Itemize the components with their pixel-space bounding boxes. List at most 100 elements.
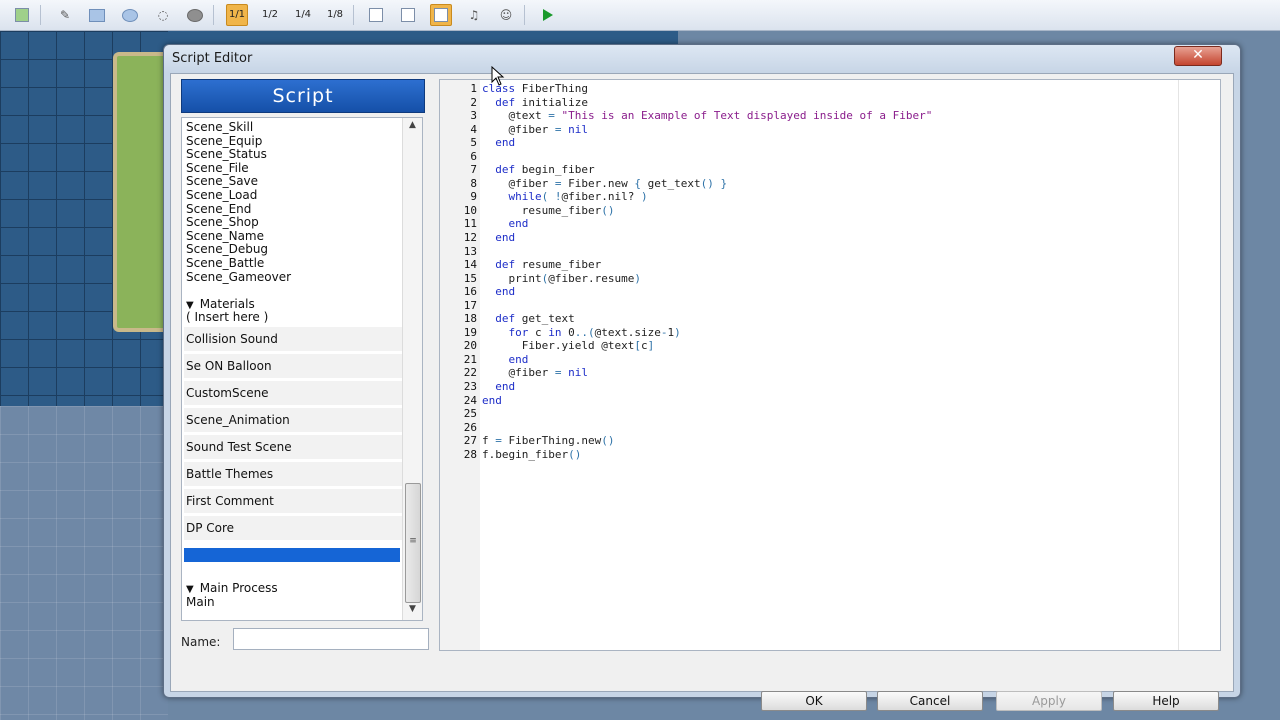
code-line[interactable]: 13 bbox=[440, 245, 1180, 259]
ok-button[interactable]: OK bbox=[761, 691, 867, 711]
code-line[interactable]: 4 @fiber = nil bbox=[440, 123, 1180, 137]
code-text: end bbox=[495, 231, 516, 245]
resource-manager-icon[interactable] bbox=[398, 5, 418, 25]
script-item-se-on-balloon[interactable]: Se ON Balloon bbox=[184, 354, 402, 378]
script-editor-icon[interactable] bbox=[430, 4, 452, 26]
script-list-scrollbar[interactable]: ▲ ≡ ▼ bbox=[402, 118, 422, 620]
zoom-1-4-icon[interactable]: 1/4 bbox=[293, 5, 313, 25]
help-button[interactable]: Help bbox=[1113, 691, 1219, 711]
code-lines[interactable]: 1 class FiberThing 2 def initialize 3 @text… bbox=[440, 82, 1180, 461]
code-line[interactable]: 12 end bbox=[440, 231, 1180, 245]
script-item-scene-battle[interactable]: Scene_Battle bbox=[186, 257, 400, 270]
script-item-scene-gameover[interactable]: Scene_Gameover bbox=[186, 270, 400, 284]
script-item-battle-themes[interactable]: Battle Themes bbox=[184, 462, 402, 486]
code-line[interactable]: 27 f = FiberThing.new() bbox=[440, 434, 1180, 448]
code-line[interactable]: 23 end bbox=[440, 380, 1180, 394]
playtest-icon[interactable] bbox=[538, 5, 558, 25]
shadow-pen-icon[interactable] bbox=[185, 5, 205, 25]
script-item-customscene[interactable]: CustomScene bbox=[184, 381, 402, 405]
map-empty-area[interactable] bbox=[0, 406, 168, 720]
sound-test-icon[interactable]: ♫ bbox=[464, 5, 484, 25]
code-text: @fiber = nil bbox=[482, 366, 588, 380]
script-item-main[interactable]: Main bbox=[186, 595, 400, 609]
cancel-button[interactable]: Cancel bbox=[877, 691, 983, 711]
code-line[interactable]: 20 Fiber.yield @text[c] bbox=[440, 339, 1180, 353]
flood-fill-icon[interactable]: ◌ bbox=[153, 5, 173, 25]
pencil-icon[interactable]: ✎ bbox=[55, 5, 75, 25]
code-line[interactable]: 24 end bbox=[440, 394, 1180, 408]
script-item-scene-file[interactable]: Scene_File bbox=[186, 161, 400, 175]
script-item-scene-load[interactable]: Scene_Load bbox=[186, 189, 400, 202]
code-line[interactable]: 25 bbox=[440, 407, 1180, 421]
category-main-process-label: Main Process bbox=[199, 581, 278, 595]
code-line[interactable]: 6 bbox=[440, 150, 1180, 164]
map-tile-area-top[interactable] bbox=[168, 31, 678, 45]
name-input[interactable] bbox=[233, 628, 429, 650]
dialog-title: Script Editor bbox=[172, 51, 253, 66]
scroll-down-icon[interactable]: ▼ bbox=[403, 604, 422, 616]
code-line[interactable]: 8 @fiber = Fiber.new { get_text() } bbox=[440, 177, 1180, 191]
code-line[interactable]: 15 print(@fiber.resume) bbox=[440, 272, 1180, 286]
script-item-scene-name[interactable]: Scene_Name bbox=[186, 229, 400, 243]
category-materials[interactable]: Materials bbox=[186, 297, 400, 311]
code-text: while( !@fiber.nil? ) bbox=[508, 190, 648, 204]
script-item-scene-status[interactable]: Scene_Status bbox=[186, 148, 400, 161]
line-number: 6 bbox=[470, 149, 477, 163]
script-item-scene-debug[interactable]: Scene_Debug bbox=[186, 243, 400, 256]
line-number: 27 bbox=[463, 434, 477, 448]
code-line[interactable]: 1 class FiberThing bbox=[440, 82, 1180, 96]
code-line[interactable]: 21 end bbox=[440, 353, 1180, 367]
script-item-collision-sound[interactable]: Collision Sound bbox=[184, 327, 402, 351]
zoom-1-8-icon[interactable]: 1/8 bbox=[325, 5, 345, 25]
script-item-scene-equip[interactable]: Scene_Equip bbox=[186, 134, 400, 148]
code-editor[interactable]: 1 class FiberThing 2 def initialize 3 @text… bbox=[439, 79, 1221, 651]
scroll-up-icon[interactable]: ▲ bbox=[403, 120, 422, 132]
script-item-first-comment[interactable]: First Comment bbox=[184, 489, 402, 513]
zoom-1-1-icon[interactable]: 1/1 bbox=[226, 4, 248, 26]
close-button[interactable]: ✕ bbox=[1174, 46, 1222, 66]
toolbar-separator bbox=[524, 5, 525, 25]
main-toolbar: ✎ ◌ 1/1 1/2 1/4 1/8 ♫ ☺ bbox=[0, 0, 1280, 31]
mouse-cursor-icon bbox=[491, 66, 505, 86]
code-line[interactable]: 28 f.begin_fiber() bbox=[440, 448, 1180, 462]
script-item-dp-core[interactable]: DP Core bbox=[184, 516, 402, 540]
code-line[interactable]: 2 def initialize bbox=[440, 96, 1180, 110]
script-item-scene-end[interactable]: Scene_End bbox=[186, 202, 400, 216]
close-icon: ✕ bbox=[1192, 47, 1204, 63]
ellipse-icon[interactable] bbox=[120, 5, 140, 25]
script-list[interactable]: Scene_Skill Scene_Equip Scene_Status Sce… bbox=[181, 117, 423, 621]
code-text: f.begin_fiber() bbox=[482, 447, 582, 461]
line-number: 12 bbox=[463, 231, 477, 245]
code-line[interactable]: 14 def resume_fiber bbox=[440, 258, 1180, 272]
database-icon[interactable] bbox=[366, 5, 386, 25]
scroll-thumb[interactable]: ≡ bbox=[405, 483, 421, 603]
map-properties-icon[interactable] bbox=[12, 5, 32, 25]
code-line[interactable]: 26 bbox=[440, 421, 1180, 435]
line-number: 14 bbox=[463, 258, 477, 272]
code-line[interactable]: 22 @fiber = nil bbox=[440, 366, 1180, 380]
zoom-1-2-icon[interactable]: 1/2 bbox=[260, 5, 280, 25]
dialog-titlebar[interactable]: Script Editor ✕ bbox=[164, 45, 1240, 73]
script-item-sound-test-scene[interactable]: Sound Test Scene bbox=[184, 435, 402, 459]
code-line[interactable]: 18 def get_text bbox=[440, 312, 1180, 326]
line-number: 10 bbox=[463, 203, 477, 217]
code-line[interactable]: 5 end bbox=[440, 136, 1180, 150]
code-line[interactable]: 7 def begin_fiber bbox=[440, 163, 1180, 177]
category-main-process[interactable]: Main Process bbox=[186, 582, 400, 595]
code-line[interactable]: 9 while( !@fiber.nil? ) bbox=[440, 190, 1180, 204]
code-line[interactable]: 10 resume_fiber() bbox=[440, 204, 1180, 218]
character-generator-icon[interactable]: ☺ bbox=[496, 5, 516, 25]
code-line[interactable]: 17 bbox=[440, 299, 1180, 313]
code-line[interactable]: 19 for c in 0..(@text.size-1) bbox=[440, 326, 1180, 340]
script-item-insert-here[interactable]: ( Insert here ) bbox=[186, 311, 400, 324]
script-item-scene-animation[interactable]: Scene_Animation bbox=[184, 408, 402, 432]
code-line[interactable]: 3 @text = "This is an Example of Text di… bbox=[440, 109, 1180, 123]
code-line[interactable]: 16 end bbox=[440, 285, 1180, 299]
script-item-selected[interactable] bbox=[184, 548, 400, 562]
script-item-scene-save[interactable]: Scene_Save bbox=[186, 175, 400, 188]
script-item-scene-skill[interactable]: Scene_Skill bbox=[186, 121, 400, 134]
apply-button[interactable]: Apply bbox=[996, 691, 1102, 711]
rectangle-icon[interactable] bbox=[87, 5, 107, 25]
code-line[interactable]: 11 end bbox=[440, 217, 1180, 231]
script-item-scene-shop[interactable]: Scene_Shop bbox=[186, 216, 400, 229]
